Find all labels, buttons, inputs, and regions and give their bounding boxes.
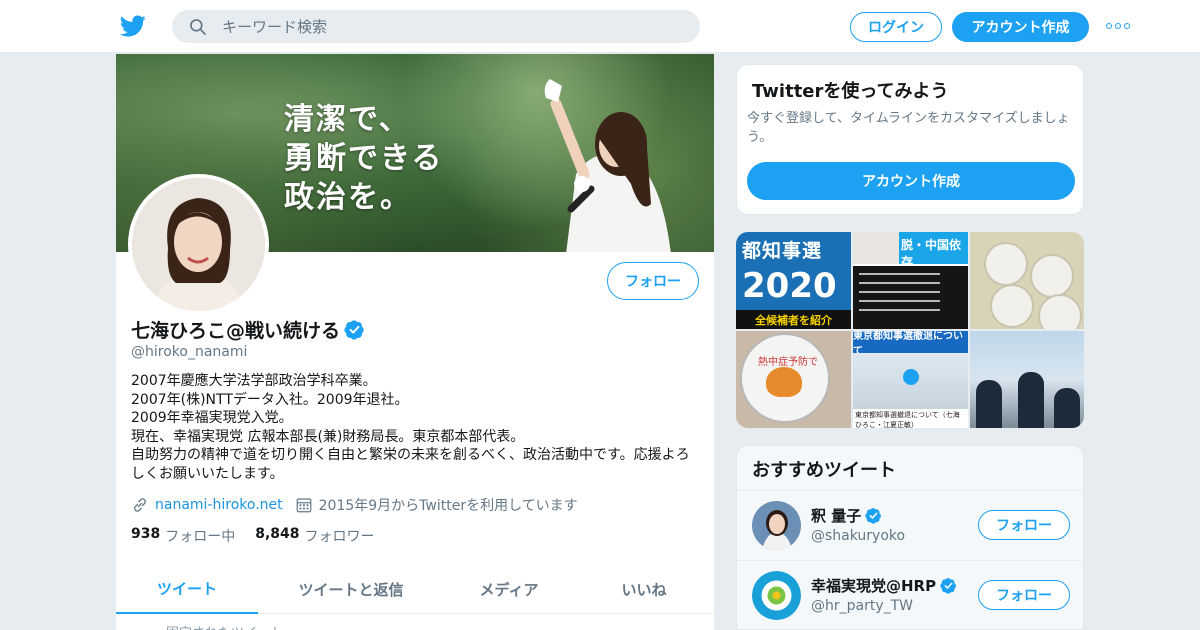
follow-button[interactable]: フォロー [978,510,1070,540]
banner-slogan: 清潔で、 勇断できる 政治を。 [284,102,444,215]
media-thumbnail[interactable] [970,331,1084,428]
tab-media[interactable]: メディア [444,564,574,614]
profile-handle: @hiroko_nanami [131,344,248,360]
verified-badge-icon [344,320,364,340]
tab-tweets-replies[interactable]: ツイートと返信 [258,564,444,614]
verified-badge-icon [865,508,882,524]
signup-card-description: 今すぐ登録して、タイムラインをカスタマイズしましょう。 [747,111,1070,145]
media-thumbnail[interactable] [970,232,1084,329]
avatar[interactable] [752,571,801,620]
media-gallery: 都知事選 2020 全候補者を紹介 脱・中国依存 熱中症予防で 東京都知事選撤退… [736,232,1084,428]
follow-button[interactable]: フォロー [978,580,1070,610]
profile-website-link[interactable]: nanami-hiroko.net [155,497,283,513]
tab-tweets[interactable]: ツイート [116,564,258,614]
avatar[interactable] [752,501,801,550]
media-thumbnail[interactable]: 脱・中国依存 [853,232,968,329]
account-handle: @shakuryoko [811,528,906,544]
profile-avatar[interactable] [128,174,269,315]
account-handle: @hr_party_TW [811,598,914,614]
followers-stat[interactable]: 8,848 フォロワー [255,526,374,546]
account-name: 釈 量子 [811,507,862,525]
verified-badge-icon [940,578,957,594]
search-icon [190,18,207,35]
signup-card-title: Twitterを使ってみよう [752,81,949,102]
twitter-logo-icon[interactable] [120,13,146,39]
profile-bio: 2007年慶應大学法学部政治学科卒業。 2007年(株)NTTデータ入社。200… [131,373,690,482]
pinned-tweet-label: 固定されたツイート [166,622,283,630]
media-thumbnail[interactable]: 熱中症予防で [736,331,851,428]
link-icon [134,498,146,512]
media-thumbnail[interactable]: 都知事選 2020 全候補者を紹介 [736,232,851,329]
calendar-icon [296,498,311,513]
profile-joined-date: 2015年9月からTwitterを利用しています [318,498,578,514]
recommended-tweets-card: おすすめツイート 釈 量子 @shakuryoko フォロー 幸福実現党@HRP… [736,445,1084,630]
account-name: 幸福実現党@HRP [811,577,937,595]
more-options-icon[interactable] [1106,18,1130,34]
follow-button[interactable]: フォロー [607,262,699,300]
signup-card-button[interactable]: アカウント作成 [747,162,1075,200]
tab-likes[interactable]: いいね [574,564,714,614]
login-button[interactable]: ログイン [850,12,942,42]
profile-column: 清潔で、 勇断できる 政治を。 フォロー 七海ひろこ@戦い続ける @hiroko… [116,54,714,630]
signup-button[interactable]: アカウント作成 [952,12,1089,42]
profile-tabs: ツイート ツイートと返信 メディア いいね [116,564,714,614]
profile-meta: nanami-hiroko.net 2015年9月からTwitterを利用してい… [131,495,578,515]
recommended-title: おすすめツイート [737,446,1083,491]
search-input[interactable] [222,17,662,36]
banner-person-image [544,79,671,252]
recommended-account[interactable]: 幸福実現党@HRP @hr_party_TW フォロー [737,561,1083,629]
recommended-account[interactable]: 釈 量子 @shakuryoko フォロー [737,491,1083,561]
profile-stats: 938 フォロー中 8,848 フォロワー [131,526,395,546]
media-thumbnail[interactable]: 東京都知事選撤退について 東京都知事選撤退について（七海ひろこ・江夏正敏） [853,331,968,428]
profile-name-row: 七海ひろこ@戦い続ける [131,316,365,343]
search-bar[interactable] [172,10,700,43]
top-navigation-bar: ログイン アカウント作成 [0,0,1200,53]
signup-card: Twitterを使ってみよう 今すぐ登録して、タイムラインをカスタマイズしましょ… [736,64,1084,215]
profile-name: 七海ひろこ@戦い続ける [131,320,341,342]
following-stat[interactable]: 938 フォロー中 [131,526,235,546]
